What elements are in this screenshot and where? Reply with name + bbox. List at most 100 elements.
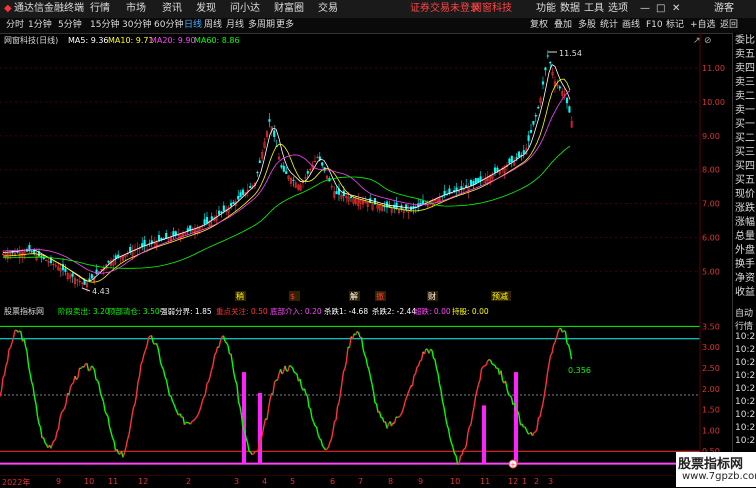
candle-body	[566, 98, 568, 103]
indicator-line-segment	[29, 365, 31, 373]
candle-body	[115, 256, 117, 259]
indicator-line-segment	[494, 365, 496, 366]
period-tab[interactable]: 月线	[226, 19, 244, 32]
menu-tools[interactable]: 工具	[584, 2, 604, 16]
indicator-line-segment	[401, 413, 403, 416]
candle-body	[511, 156, 513, 162]
login-status[interactable]: 证券交易未登录	[410, 2, 480, 16]
indicator-line-segment	[131, 416, 133, 426]
menu-trade[interactable]: 交易	[318, 2, 338, 16]
event-tag[interactable]: 财	[428, 291, 436, 301]
menu-news[interactable]: 资讯	[162, 2, 182, 16]
menu-quotes[interactable]: 行情	[90, 2, 110, 16]
toolbar-button[interactable]: 画线	[622, 19, 640, 32]
period-tab[interactable]: 30分钟	[122, 19, 151, 32]
indicator-line-segment	[290, 365, 292, 366]
event-tag[interactable]: 解	[350, 291, 358, 301]
date-tick-label: 8	[388, 477, 393, 486]
period-tab[interactable]: 更多	[276, 19, 294, 32]
indicator-line-segment	[239, 402, 241, 407]
indicator-line-segment	[558, 328, 560, 332]
indicator-line-segment	[395, 417, 397, 423]
toolbar-button[interactable]: F10	[646, 19, 663, 32]
indicator-line-segment	[519, 415, 521, 425]
toolbar-button[interactable]: 叠加	[554, 19, 572, 32]
menu-discover[interactable]: 发现	[196, 2, 216, 16]
indicator-line-segment	[371, 377, 373, 384]
indicator-line-segment	[270, 393, 272, 399]
period-tab-active[interactable]: 日线	[184, 19, 202, 32]
event-tag[interactable]: 稍	[236, 291, 244, 301]
indicator-line-segment	[333, 421, 335, 431]
period-tab[interactable]: 60分钟	[154, 19, 183, 32]
date-tick-label: 11	[108, 477, 118, 486]
indicator-line-segment	[221, 337, 223, 340]
tick-time: 10:27	[735, 423, 756, 433]
indicator-line-segment	[294, 372, 296, 373]
indicator-line-segment	[219, 340, 221, 347]
tick-time: 10:27	[735, 358, 756, 368]
indicator-line-segment	[338, 403, 340, 407]
indicator-line-segment	[323, 446, 325, 448]
sidebar-label: 涨跌	[735, 203, 755, 215]
indicator-line-segment	[296, 373, 298, 374]
indicator-line-segment	[78, 368, 80, 377]
event-tag[interactable]: $	[290, 292, 295, 301]
chart-expand-icon[interactable]: ↗	[693, 36, 701, 46]
indicator-line-segment	[321, 440, 323, 446]
signal-plus-icon: +	[510, 461, 516, 469]
toolbar-button[interactable]: 多股	[578, 19, 596, 32]
period-tab[interactable]: 多周期	[248, 19, 275, 32]
indicator-line-segment	[447, 425, 449, 429]
indicator-line-segment	[39, 424, 41, 427]
watermark-title: 股票指标网	[678, 453, 743, 472]
candle-body	[242, 190, 244, 195]
indicator-line-segment	[305, 389, 307, 394]
toolbar-button[interactable]: 标记	[666, 19, 684, 32]
user-label[interactable]: 游客	[714, 2, 734, 16]
period-tab[interactable]: 周线	[204, 19, 222, 32]
indicator-line-segment	[264, 419, 266, 426]
chart-settings-icon[interactable]: ⊘	[704, 36, 712, 46]
indicator-line-segment	[59, 418, 61, 429]
event-tag[interactable]: 撤	[376, 291, 384, 301]
period-tab[interactable]: 5分钟	[58, 19, 82, 32]
menu-options[interactable]: 选项	[608, 2, 628, 16]
indicator-line-segment	[431, 349, 433, 350]
indicator-value-label: 0.356	[568, 366, 591, 375]
indicator-line-segment	[404, 402, 406, 408]
toolbar-button[interactable]: 统计	[600, 19, 618, 32]
period-tab[interactable]: 15分钟	[90, 19, 119, 32]
toolbar-button[interactable]: +自选	[690, 19, 716, 32]
toolbar-button[interactable]: 复权	[530, 19, 548, 32]
indicator-line-segment	[392, 423, 394, 426]
minimize-icon[interactable]: —	[640, 2, 650, 16]
maximize-icon[interactable]: □	[656, 2, 665, 16]
menu-ask[interactable]: 问小达	[230, 2, 260, 16]
quote-sidebar: 委比卖五卖四卖三卖二卖一买一买二买三买四买五现价涨跌涨幅总量外盘换手净资收益	[732, 33, 756, 304]
indicator-line-segment	[480, 369, 482, 380]
price-tick-label: 7.00	[702, 200, 720, 209]
close-icon[interactable]: ✕	[672, 2, 680, 16]
broker-name[interactable]: 网窗科技	[472, 2, 512, 16]
toolbar-button[interactable]: 返回	[720, 19, 738, 32]
period-tab[interactable]: 1分钟	[28, 19, 52, 32]
indicator-line-segment	[113, 438, 115, 441]
price-chart[interactable]: 网窗科技(日线) MA5: 9.36 MA10: 9.71 MA20: 9.90…	[0, 33, 732, 304]
indicator-line-segment	[320, 439, 322, 440]
indicator-line-segment	[162, 367, 164, 370]
candle-body	[497, 168, 499, 171]
menu-function[interactable]: 功能	[536, 2, 556, 16]
tick-time: 10:27	[735, 410, 756, 420]
indicator-line-segment	[522, 424, 524, 427]
indicator-chart[interactable]: 股票指标网阶段卖出: 3.20顶部清仓: 3.50强弱分界: 1.85重点关注:…	[0, 304, 732, 475]
menu-market[interactable]: 市场	[126, 2, 146, 16]
candle-body	[293, 180, 295, 181]
indicator-line-segment	[105, 411, 107, 414]
menu-data[interactable]: 数据	[560, 2, 580, 16]
indicator-line-segment	[483, 366, 485, 367]
period-tab[interactable]: 分时	[6, 19, 24, 32]
date-tick-label: 2	[534, 477, 539, 486]
event-tag[interactable]: 预减	[492, 291, 508, 301]
menu-wealth[interactable]: 财富圈	[274, 2, 304, 16]
